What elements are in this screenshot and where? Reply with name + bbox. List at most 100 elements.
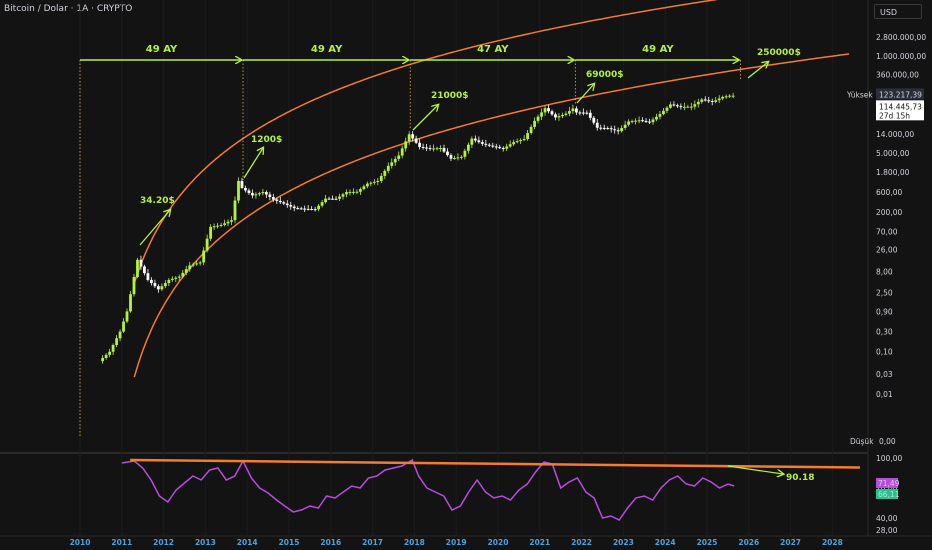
candle-body xyxy=(372,181,376,183)
candle-body xyxy=(296,208,300,210)
candle-body xyxy=(181,272,185,277)
candle-body xyxy=(219,224,223,226)
candle-body xyxy=(348,191,352,193)
time-tick-label: 2022 xyxy=(571,538,592,547)
candle-body xyxy=(644,120,648,122)
candle-body xyxy=(686,106,690,108)
price-tick-label: 2,50 xyxy=(876,289,893,298)
rsi-axis[interactable]: 100,0070,0040,0028,0071,4966,11 xyxy=(876,454,902,535)
rsi-value-1: 71,49 xyxy=(878,479,900,488)
candle-body xyxy=(407,134,411,142)
candle-body xyxy=(153,283,157,287)
candle-body xyxy=(588,112,592,118)
candle-body xyxy=(599,127,603,129)
candle-body xyxy=(177,276,181,278)
rsi-annotation-label: 90.18 xyxy=(786,473,814,483)
candle-body xyxy=(515,141,519,143)
candle-body xyxy=(101,357,105,362)
price-tick-label: 1.800,00 xyxy=(876,168,910,177)
candle-body xyxy=(170,278,174,280)
candle-body xyxy=(150,279,153,284)
candle-body xyxy=(480,142,484,144)
candle-body xyxy=(470,138,474,145)
candle-body xyxy=(578,112,582,114)
candle-body xyxy=(223,223,226,225)
bar-countdown: 27d 15h xyxy=(879,111,910,120)
candle-body xyxy=(703,99,707,101)
candle-body xyxy=(251,192,254,196)
candle-body xyxy=(442,148,446,152)
candle-body xyxy=(721,96,725,99)
candle-body xyxy=(341,194,345,197)
candle-body xyxy=(484,143,488,145)
price-tick-label: 0,30 xyxy=(876,328,893,337)
candle-body xyxy=(383,170,387,176)
candle-body xyxy=(195,263,199,265)
candle-body xyxy=(679,106,683,108)
candle-body xyxy=(209,226,213,239)
candle-body xyxy=(418,142,422,147)
candle-body xyxy=(230,220,233,222)
candle-body xyxy=(226,221,230,224)
time-tick-label: 2025 xyxy=(697,538,718,547)
candle-body xyxy=(581,112,585,114)
candle-body xyxy=(665,107,669,111)
candle-body xyxy=(543,108,547,113)
candle-body xyxy=(592,117,596,123)
high-label: Yüksek xyxy=(846,90,873,99)
candlestick-series xyxy=(101,92,735,364)
price-tick-label: 600,00 xyxy=(876,188,902,197)
candle-body xyxy=(717,98,721,101)
candle-body xyxy=(257,193,261,195)
chart-canvas[interactable]: 49 AY 49 AY 47 AY 49 AY 34.20$ 1200$ 21000$ 690… xyxy=(0,0,932,550)
rsi-tick-label: 100,00 xyxy=(876,454,902,463)
candle-body xyxy=(111,345,115,352)
candle-body xyxy=(359,189,362,192)
candle-body xyxy=(404,141,408,149)
candle-body xyxy=(623,124,627,128)
candle-body xyxy=(271,197,275,200)
candle-body xyxy=(571,108,575,112)
candle-body xyxy=(352,191,355,193)
candle-body xyxy=(122,321,125,332)
candle-body xyxy=(202,250,206,263)
candle-body xyxy=(317,205,321,210)
candle-body xyxy=(682,106,686,108)
candle-body xyxy=(247,190,251,193)
candle-body xyxy=(198,262,202,264)
price-axis[interactable]: 2.800.000,001.000.000,00360.000,0040.000… xyxy=(846,33,926,446)
candle-body xyxy=(268,194,272,198)
candle-body xyxy=(338,196,341,199)
candle-body xyxy=(118,331,122,339)
candle-body xyxy=(609,128,613,130)
peak-price-label: 69000$ xyxy=(586,70,624,80)
log-growth-bands xyxy=(133,0,850,378)
candle-body xyxy=(568,111,571,114)
candle-body xyxy=(707,100,711,102)
candle-body xyxy=(160,286,164,290)
candle-body xyxy=(460,156,463,158)
candle-body xyxy=(728,95,732,97)
candle-body xyxy=(561,114,564,117)
time-tick-label: 2011 xyxy=(111,538,132,547)
candle-body xyxy=(125,311,129,322)
time-axis[interactable]: 2010 2011 2012 2013 2014 2015 2016 2017 2018 2019… xyxy=(70,538,843,547)
upper-band xyxy=(133,0,718,284)
candle-body xyxy=(554,114,557,118)
candle-body xyxy=(369,182,373,184)
candle-body xyxy=(540,112,543,117)
candle-body xyxy=(376,180,380,182)
candle-body xyxy=(473,138,477,141)
candle-body xyxy=(519,140,523,142)
time-tick-label: 2017 xyxy=(362,538,383,547)
candle-body xyxy=(184,269,188,273)
time-tick-label: 2024 xyxy=(655,538,676,547)
candle-body xyxy=(425,147,428,149)
candle-body xyxy=(466,144,470,151)
candle-body xyxy=(672,104,676,106)
rsi-line xyxy=(121,458,735,521)
candle-body xyxy=(498,147,502,149)
candle-body xyxy=(254,194,258,196)
candle-body xyxy=(627,121,631,125)
price-tick-label: 1.000.000,00 xyxy=(876,52,926,61)
